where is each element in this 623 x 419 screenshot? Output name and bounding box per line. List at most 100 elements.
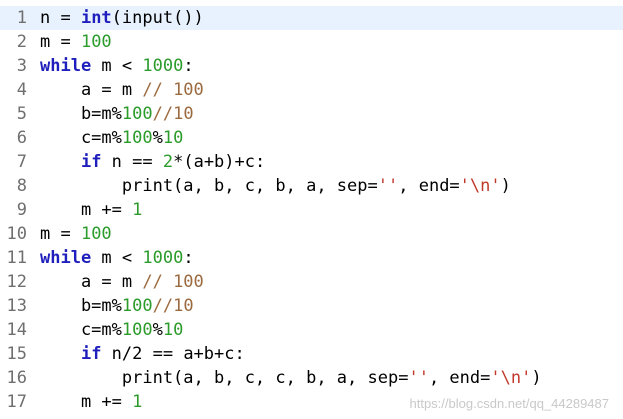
line-number: 9 bbox=[16, 200, 27, 220]
line-number: 6 bbox=[16, 128, 27, 148]
code-token: //10 bbox=[152, 296, 194, 316]
code-token: , end= bbox=[428, 368, 491, 388]
code-text: if n == 2*(a+b)+c: bbox=[40, 150, 265, 174]
code-token: : bbox=[183, 248, 194, 268]
code-token: 100 bbox=[121, 296, 153, 316]
line-number: 8 bbox=[16, 176, 27, 196]
code-token: a = m bbox=[40, 80, 143, 100]
code-token: 10 bbox=[162, 320, 184, 340]
code-token: *(a+b)+c: bbox=[173, 152, 266, 172]
code-text: c=m%100%10 bbox=[40, 126, 183, 150]
line-number: 17 bbox=[6, 392, 27, 412]
code-line[interactable]: 5 b=m%100//10 bbox=[0, 102, 623, 126]
code-token: if bbox=[80, 344, 102, 364]
watermark: https://blog.csdn.net/qq_44289487 bbox=[409, 396, 610, 411]
code-token: (input()) bbox=[111, 8, 204, 28]
code-editor[interactable]: 1 n = int(input()) 2 m = 100 3 while m < 1000… bbox=[0, 0, 623, 419]
code-token: '\n' bbox=[490, 368, 532, 388]
line-number: 4 bbox=[16, 80, 27, 100]
code-token: while bbox=[40, 56, 92, 76]
code-token: while bbox=[40, 248, 92, 268]
code-token: b=m% bbox=[40, 296, 122, 316]
code-line[interactable]: 6 c=m%100%10 bbox=[0, 126, 623, 150]
code-token: 100 bbox=[80, 224, 112, 244]
code-token: m = bbox=[40, 32, 81, 52]
code-line[interactable]: 15 if n/2 == a+b+c: bbox=[0, 342, 623, 366]
code-token: 100 bbox=[80, 32, 112, 52]
code-token: 1 bbox=[132, 392, 143, 412]
code-token: a = m bbox=[40, 272, 143, 292]
code-token: n == bbox=[101, 152, 163, 172]
code-line[interactable]: 12 a = m // 100 bbox=[0, 270, 623, 294]
code-token: print(a, b, c, b, a, sep= bbox=[40, 176, 378, 196]
code-line[interactable]: 7 if n == 2*(a+b)+c: bbox=[0, 150, 623, 174]
code-text: a = m // 100 bbox=[40, 78, 204, 102]
line-number: 3 bbox=[16, 56, 27, 76]
code-text: if n/2 == a+b+c: bbox=[40, 342, 245, 366]
code-token: '' bbox=[377, 176, 399, 196]
code-token: 100 bbox=[121, 104, 153, 124]
code-token: '' bbox=[408, 368, 429, 388]
code-token: int bbox=[80, 8, 112, 28]
code-line[interactable]: 13 b=m%100//10 bbox=[0, 294, 623, 318]
code-line[interactable]: 3 while m < 1000: bbox=[0, 54, 623, 78]
code-token: n = bbox=[40, 8, 81, 28]
code-token: 100 bbox=[121, 128, 153, 148]
code-token: m += bbox=[40, 392, 133, 412]
code-text: c=m%100%10 bbox=[40, 318, 183, 342]
code-text: a = m // 100 bbox=[40, 270, 204, 294]
line-number: 11 bbox=[6, 248, 27, 268]
code-token: c=m% bbox=[40, 320, 122, 340]
code-token: m < bbox=[91, 56, 143, 76]
code-text: m += 1 bbox=[40, 390, 142, 414]
code-token: c=m% bbox=[40, 128, 122, 148]
code-token: n/2 == a+b+c: bbox=[101, 344, 245, 364]
code-line[interactable]: 10 m = 100 bbox=[0, 222, 623, 246]
code-token: ) bbox=[531, 368, 542, 388]
line-number: 16 bbox=[6, 368, 27, 388]
line-number: 14 bbox=[6, 320, 27, 340]
code-token: % bbox=[152, 320, 163, 340]
code-text: m = 100 bbox=[40, 222, 112, 246]
code-line[interactable]: 9 m += 1 bbox=[0, 198, 623, 222]
line-number: 1 bbox=[16, 8, 27, 28]
code-token: : bbox=[183, 56, 194, 76]
code-token: 10 bbox=[162, 128, 184, 148]
line-number: 7 bbox=[16, 152, 27, 172]
code-text: while m < 1000: bbox=[40, 246, 194, 270]
code-token: 2 bbox=[162, 152, 174, 172]
line-number: 12 bbox=[6, 272, 27, 292]
code-token: print(a, b, c, c, b, a, sep= bbox=[40, 368, 409, 388]
code-token: 1 bbox=[132, 200, 143, 220]
code-text: b=m%100//10 bbox=[40, 294, 194, 318]
code-line[interactable]: 1 n = int(input()) bbox=[0, 6, 623, 30]
line-number: 2 bbox=[16, 32, 27, 52]
code-token: 100 bbox=[121, 320, 153, 340]
code-token: 1000 bbox=[142, 56, 184, 76]
code-token: % bbox=[152, 128, 163, 148]
line-number: 10 bbox=[6, 224, 27, 244]
code-text: m += 1 bbox=[40, 198, 142, 222]
code-token: // 100 bbox=[142, 272, 204, 292]
code-text: print(a, b, c, b, a, sep='', end='\n') bbox=[40, 174, 511, 198]
code-token: b=m% bbox=[40, 104, 122, 124]
code-line[interactable]: 11 while m < 1000: bbox=[0, 246, 623, 270]
code-text: b=m%100//10 bbox=[40, 102, 194, 126]
code-token: //10 bbox=[152, 104, 194, 124]
code-token: ) bbox=[500, 176, 511, 196]
code-text: m = 100 bbox=[40, 30, 112, 54]
code-token: // 100 bbox=[142, 80, 204, 100]
code-line[interactable]: 8 print(a, b, c, b, a, sep='', end='\n') bbox=[0, 174, 623, 198]
code-token: m < bbox=[91, 248, 143, 268]
code-text: while m < 1000: bbox=[40, 54, 194, 78]
code-line[interactable]: 2 m = 100 bbox=[0, 30, 623, 54]
code-line[interactable]: 16 print(a, b, c, c, b, a, sep='', end='… bbox=[0, 366, 623, 390]
code-line[interactable]: 4 a = m // 100 bbox=[0, 78, 623, 102]
code-token: m = bbox=[40, 224, 81, 244]
code-token: m += bbox=[40, 200, 133, 220]
code-text: n = int(input()) bbox=[40, 6, 204, 30]
code-line[interactable]: 14 c=m%100%10 bbox=[0, 318, 623, 342]
line-number: 15 bbox=[6, 344, 27, 364]
